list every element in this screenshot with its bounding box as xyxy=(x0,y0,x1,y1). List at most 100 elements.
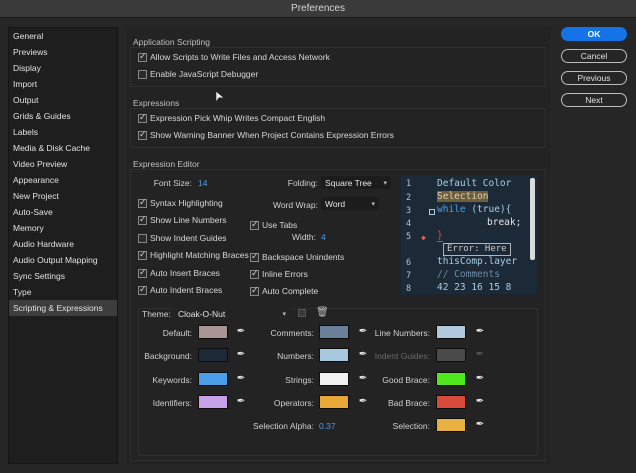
pick-whip-row[interactable]: Expression Pick Whip Writes Compact Engl… xyxy=(138,112,325,123)
syntax-highlighting-row[interactable]: Syntax Highlighting xyxy=(138,197,223,208)
selection-color-swatch[interactable] xyxy=(436,418,466,432)
js-debugger-row[interactable]: Enable JavaScript Debugger xyxy=(138,69,258,79)
ok-button[interactable]: OK xyxy=(561,27,627,41)
expressions-title: Expressions xyxy=(133,98,180,108)
good-brace-color-label: Good Brace: xyxy=(382,375,430,385)
allow-scripts-row[interactable]: Allow Scripts to Write Files and Access … xyxy=(138,51,330,62)
sidebar-item-general[interactable]: General xyxy=(9,28,117,44)
eyedropper-icon[interactable]: ✒ xyxy=(234,372,248,386)
sidebar-item-grids-guides[interactable]: Grids & Guides xyxy=(9,108,117,124)
show-indent-guides-row[interactable]: Show Indent Guides xyxy=(138,233,227,243)
sidebar-item-output[interactable]: Output xyxy=(9,92,117,108)
auto-insert-braces-checkbox[interactable] xyxy=(138,267,147,278)
operators-color-swatch[interactable] xyxy=(319,395,349,409)
warning-banner-row[interactable]: Show Warning Banner When Project Contain… xyxy=(138,129,394,140)
js-debugger-checkbox[interactable] xyxy=(138,69,147,79)
eyedropper-icon[interactable]: ✒ xyxy=(356,348,370,362)
numbers-color-label: Numbers: xyxy=(277,351,314,361)
comments-color-swatch[interactable] xyxy=(319,325,349,339)
backspace-unindents-checkbox[interactable] xyxy=(250,251,259,262)
auto-complete-row[interactable]: Auto Complete xyxy=(250,285,318,296)
chevron-down-icon: ▾ xyxy=(383,180,387,187)
sidebar-item-new-project[interactable]: New Project xyxy=(9,188,117,204)
eyedropper-icon[interactable]: ✒ xyxy=(356,395,370,409)
use-tabs-checkbox[interactable] xyxy=(250,219,259,230)
auto-insert-braces-label: Auto Insert Braces xyxy=(150,268,220,278)
warning-banner-checkbox[interactable] xyxy=(138,129,147,140)
sidebar-item-video-preview[interactable]: Video Preview xyxy=(9,156,117,172)
sidebar-item-labels[interactable]: Labels xyxy=(9,124,117,140)
eyedropper-icon[interactable]: ✒ xyxy=(473,418,487,432)
trash-icon[interactable]: 🗑 xyxy=(316,307,329,318)
warning-banner-label: Show Warning Banner When Project Contain… xyxy=(150,130,394,140)
line-numbers-color-swatch[interactable] xyxy=(436,325,466,339)
font-size-value[interactable]: 14 xyxy=(198,178,207,188)
auto-indent-braces-row[interactable]: Auto Indent Braces xyxy=(138,284,222,295)
code-selection: Selection xyxy=(437,191,489,202)
bad-brace-color-swatch[interactable] xyxy=(436,395,466,409)
pick-whip-checkbox[interactable] xyxy=(138,112,147,123)
good-brace-color-swatch[interactable] xyxy=(436,372,466,386)
eyedropper-icon[interactable]: ✒ xyxy=(356,372,370,386)
fold-marker-icon[interactable] xyxy=(429,209,435,215)
background-color-swatch[interactable] xyxy=(198,348,228,362)
sidebar-item-appearance[interactable]: Appearance xyxy=(9,172,117,188)
sidebar-item-memory[interactable]: Memory xyxy=(9,220,117,236)
error-marker-icon: ◆ xyxy=(421,233,426,242)
chevron-down-icon: ▾ xyxy=(371,201,375,208)
use-tabs-label: Use Tabs xyxy=(262,220,298,230)
show-indent-guides-checkbox[interactable] xyxy=(138,233,147,243)
auto-insert-braces-row[interactable]: Auto Insert Braces xyxy=(138,267,220,278)
line-numbers-color-label: Line Numbers: xyxy=(374,328,430,338)
previous-button[interactable]: Previous xyxy=(561,71,627,85)
default-color-label: Default: xyxy=(162,328,192,338)
eyedropper-icon[interactable]: ✒ xyxy=(356,325,370,339)
strings-color-swatch[interactable] xyxy=(319,372,349,386)
highlight-braces-checkbox[interactable] xyxy=(138,249,147,260)
show-line-numbers-checkbox[interactable] xyxy=(138,214,147,225)
sidebar-item-previews[interactable]: Previews xyxy=(9,44,117,60)
allow-scripts-checkbox[interactable] xyxy=(138,51,147,62)
sidebar-item-display[interactable]: Display xyxy=(9,60,117,76)
sidebar-item-type[interactable]: Type xyxy=(9,284,117,300)
highlight-braces-row[interactable]: Highlight Matching Braces xyxy=(138,249,249,260)
sidebar-item-auto-save[interactable]: Auto-Save xyxy=(9,204,117,220)
identifiers-color-swatch[interactable] xyxy=(198,395,228,409)
sidebar-item-sync-settings[interactable]: Sync Settings xyxy=(9,268,117,284)
sidebar-item-audio-output-mapping[interactable]: Audio Output Mapping xyxy=(9,252,117,268)
inline-errors-checkbox[interactable] xyxy=(250,268,259,279)
eyedropper-icon[interactable]: ✒ xyxy=(473,372,487,386)
syntax-highlighting-checkbox[interactable] xyxy=(138,197,147,208)
sidebar-item-scripting-expressions[interactable]: Scripting & Expressions xyxy=(9,300,117,316)
width-value[interactable]: 4 xyxy=(321,232,326,242)
theme-select[interactable]: Cloak-O-Nut ▾ xyxy=(174,307,290,320)
next-button[interactable]: Next xyxy=(561,93,627,107)
auto-indent-braces-checkbox[interactable] xyxy=(138,284,147,295)
eyedropper-icon[interactable]: ✒ xyxy=(234,325,248,339)
use-tabs-row[interactable]: Use Tabs xyxy=(250,219,298,230)
sidebar-item-media-disk-cache[interactable]: Media & Disk Cache xyxy=(9,140,117,156)
word-wrap-select[interactable]: Word ▾ xyxy=(321,197,379,210)
cancel-button[interactable]: Cancel xyxy=(561,49,627,63)
sidebar-item-audio-hardware[interactable]: Audio Hardware xyxy=(9,236,117,252)
keywords-color-swatch[interactable] xyxy=(198,372,228,386)
app-scripting-title: Application Scripting xyxy=(133,37,211,47)
backspace-unindents-row[interactable]: Backspace Unindents xyxy=(250,251,344,262)
eyedropper-icon[interactable]: ✒ xyxy=(473,325,487,339)
eyedropper-icon[interactable]: ✒ xyxy=(234,348,248,362)
eyedropper-icon[interactable]: ✒ xyxy=(234,395,248,409)
eyedropper-icon[interactable]: ✒ xyxy=(473,395,487,409)
selection-alpha-value[interactable]: 0.37 xyxy=(319,421,336,431)
identifiers-color-label: Identifiers: xyxy=(152,398,192,408)
numbers-color-swatch[interactable] xyxy=(319,348,349,362)
selection-color-label: Selection: xyxy=(392,421,430,431)
sidebar-item-import[interactable]: Import xyxy=(9,76,117,92)
show-line-numbers-row[interactable]: Show Line Numbers xyxy=(138,214,227,225)
preview-scrollbar[interactable] xyxy=(530,178,535,260)
folding-select[interactable]: Square Tree ▾ xyxy=(321,176,391,189)
default-color-swatch[interactable] xyxy=(198,325,228,339)
inline-errors-row[interactable]: Inline Errors xyxy=(250,268,308,279)
auto-complete-checkbox[interactable] xyxy=(250,285,259,296)
indent-guides-color-label: Indent Guides: xyxy=(374,351,430,361)
save-theme-icon[interactable] xyxy=(298,309,306,317)
